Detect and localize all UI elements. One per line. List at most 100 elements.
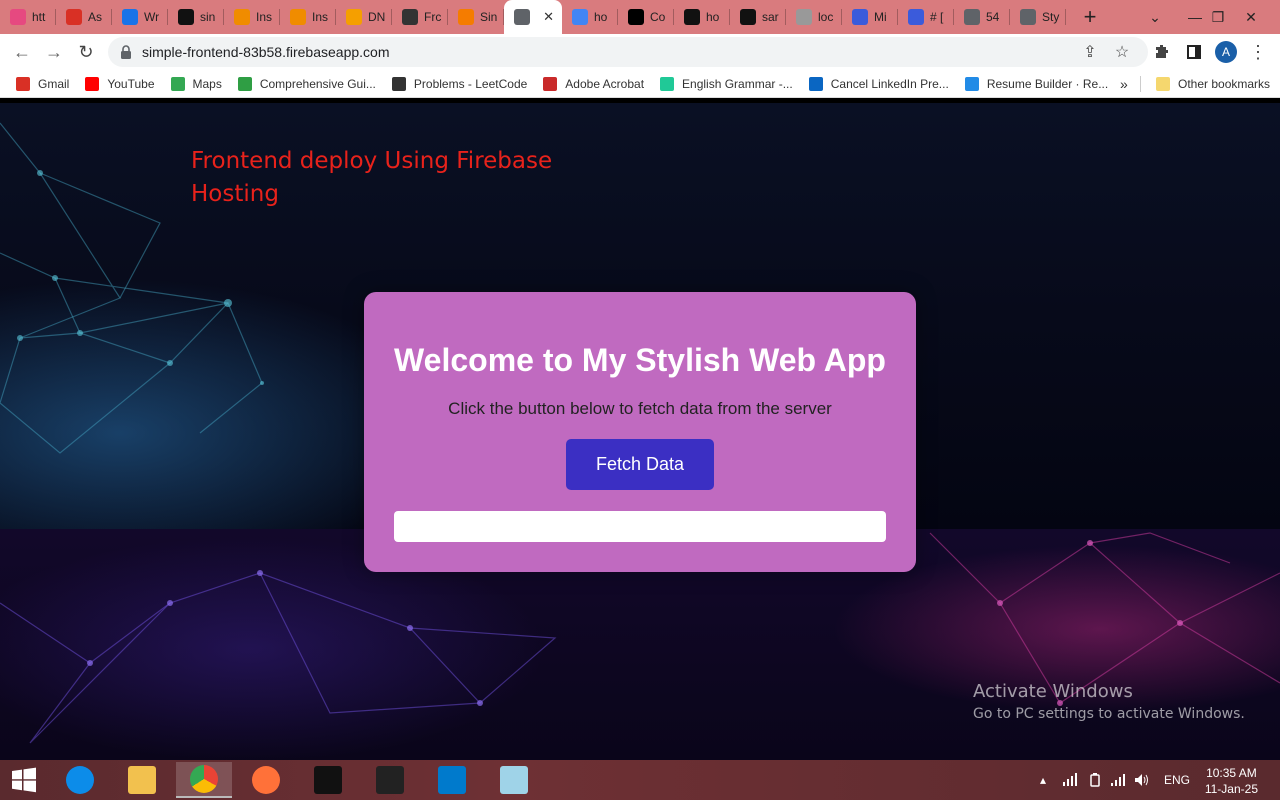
browser-tab[interactable]: Ins (280, 0, 336, 34)
page-title: Frontend deploy Using Firebase Hosting (191, 148, 553, 207)
battery-icon[interactable] (1088, 760, 1102, 800)
openai-icon (402, 9, 418, 25)
browser-tab[interactable]: ho (562, 0, 618, 34)
extensions-icon[interactable] (1146, 36, 1178, 68)
language-indicator[interactable]: ENG (1164, 760, 1190, 800)
chrome-icon (190, 765, 218, 793)
tab-label: # [ (930, 10, 944, 24)
taskbar-app[interactable] (114, 762, 170, 798)
welcome-card: Welcome to My Stylish Web App Click the … (364, 292, 916, 572)
taskbar-app[interactable] (486, 762, 542, 798)
tab-label: Wr (144, 10, 160, 24)
system-clock[interactable]: 10:35 AM 11-Jan-25 (1205, 765, 1258, 797)
bookmark-label: Adobe Acrobat (565, 76, 645, 91)
tab-label: Mi (874, 10, 887, 24)
browser-tab[interactable]: Co (618, 0, 674, 34)
dark-circle-icon (684, 9, 700, 25)
bookmark-item[interactable]: YouTube (85, 76, 155, 91)
globe-icon (1020, 9, 1036, 25)
tab-label: DN (368, 10, 386, 24)
cloud-icon (346, 9, 362, 25)
new-tab-button[interactable]: + (1072, 0, 1108, 34)
bookmarks-divider (1140, 76, 1141, 92)
bookmark-star-icon[interactable]: ☆ (1106, 36, 1138, 68)
watermark-line1: Activate Windows (973, 681, 1133, 702)
leetcode-icon (391, 76, 406, 91)
tab-active[interactable]: ✕ (504, 0, 562, 34)
resume-icon (964, 76, 979, 91)
tab-label: Ins (312, 10, 329, 24)
browser-tab[interactable]: ho (674, 0, 730, 34)
browser-tab[interactable]: DN (336, 0, 392, 34)
firebase-icon (458, 9, 474, 25)
browser-tab[interactable]: Wr (112, 0, 168, 34)
share-icon[interactable]: ⇪ (1074, 36, 1106, 68)
taskbar-app[interactable] (176, 762, 232, 798)
fetch-data-button[interactable]: Fetch Data (566, 439, 714, 490)
cmd-icon (314, 766, 342, 794)
close-window-icon[interactable]: ✕ (1228, 0, 1274, 34)
taskbar-app[interactable] (300, 762, 356, 798)
bookmark-list: Gmail YouTube Maps Comprehensive Gui... Prob… (0, 76, 1108, 91)
windows-logo-icon (12, 767, 36, 793)
browser-tab[interactable]: Sin (448, 0, 504, 34)
bookmark-item[interactable]: Cancel LinkedIn Pre... (808, 76, 949, 91)
bookmark-item[interactable]: Resume Builder · Re... (964, 76, 1108, 91)
bookmark-label: Problems - LeetCode (413, 76, 528, 91)
bookmark-label: Maps (192, 76, 222, 91)
bookmark-item[interactable]: Comprehensive Gui... (237, 76, 376, 91)
firefox-icon (252, 766, 280, 794)
reload-icon[interactable]: ↻ (70, 36, 102, 68)
address-bar[interactable]: simple-frontend-83b58.firebaseapp.com (108, 37, 1148, 67)
close-tab-icon[interactable]: ✕ (543, 9, 554, 25)
side-panel-icon[interactable] (1178, 36, 1210, 68)
forward-icon[interactable]: → (38, 36, 70, 68)
other-bookmarks-folder[interactable]: Other bookmarks (1156, 76, 1271, 91)
tab-label: ho (706, 10, 720, 24)
taskbar-app[interactable] (52, 762, 108, 798)
bookmark-item[interactable]: English Grammar -... (660, 76, 793, 91)
browser-tab[interactable]: loc (786, 0, 842, 34)
taskbar-app[interactable] (362, 762, 418, 798)
other-bookmarks-label: Other bookmarks (1178, 76, 1271, 91)
page-viewport: Frontend deploy Using Firebase Hosting W… (0, 103, 1280, 760)
network-icon[interactable] (1062, 760, 1078, 800)
acrobat-icon (543, 76, 558, 91)
taskbar-app[interactable] (424, 762, 480, 798)
browser-tab[interactable]: htt (0, 0, 56, 34)
browser-tab[interactable]: sin (168, 0, 224, 34)
activate-windows-watermark: Activate Windows Go to PC settings to ac… (973, 681, 1245, 722)
orange-square-icon (290, 9, 306, 25)
browser-tab[interactable]: Mi (842, 0, 898, 34)
bookmark-item[interactable]: Gmail (16, 76, 69, 91)
orange-square-icon (234, 9, 250, 25)
file-explorer-icon (128, 766, 156, 794)
lock-icon (121, 45, 131, 59)
bookmark-item[interactable]: Maps (170, 76, 222, 91)
bookmarks-overflow-button[interactable]: » (1120, 76, 1128, 92)
bookmark-item[interactable]: Adobe Acrobat (543, 76, 645, 91)
browser-tab[interactable]: Sty (1010, 0, 1066, 34)
browser-tab[interactable]: sar (730, 0, 786, 34)
menu-kebab-icon[interactable]: ⋮ (1242, 36, 1274, 68)
browser-tab[interactable]: Frc (392, 0, 448, 34)
result-output-box (394, 511, 886, 542)
back-icon[interactable]: ← (6, 36, 38, 68)
browser-tab[interactable]: As (56, 0, 112, 34)
vscode-icon (438, 766, 466, 794)
bookmark-label: Comprehensive Gui... (259, 76, 376, 91)
browser-tab[interactable]: Ins (224, 0, 280, 34)
profile-avatar[interactable]: A (1210, 36, 1242, 68)
bookmark-item[interactable]: Problems - LeetCode (391, 76, 528, 91)
url-text: simple-frontend-83b58.firebaseapp.com (142, 44, 390, 60)
tab-label: Sin (480, 10, 498, 24)
wifi-signal-icon[interactable] (1110, 760, 1126, 800)
start-button[interactable] (0, 762, 48, 798)
show-hidden-icons[interactable]: ▴ (1040, 760, 1046, 800)
folder-icon (1156, 76, 1170, 91)
browser-tab[interactable]: # [ (898, 0, 954, 34)
github-icon (178, 9, 194, 25)
volume-icon[interactable] (1134, 760, 1150, 800)
browser-tab[interactable]: 54 (954, 0, 1010, 34)
taskbar-app[interactable] (238, 762, 294, 798)
